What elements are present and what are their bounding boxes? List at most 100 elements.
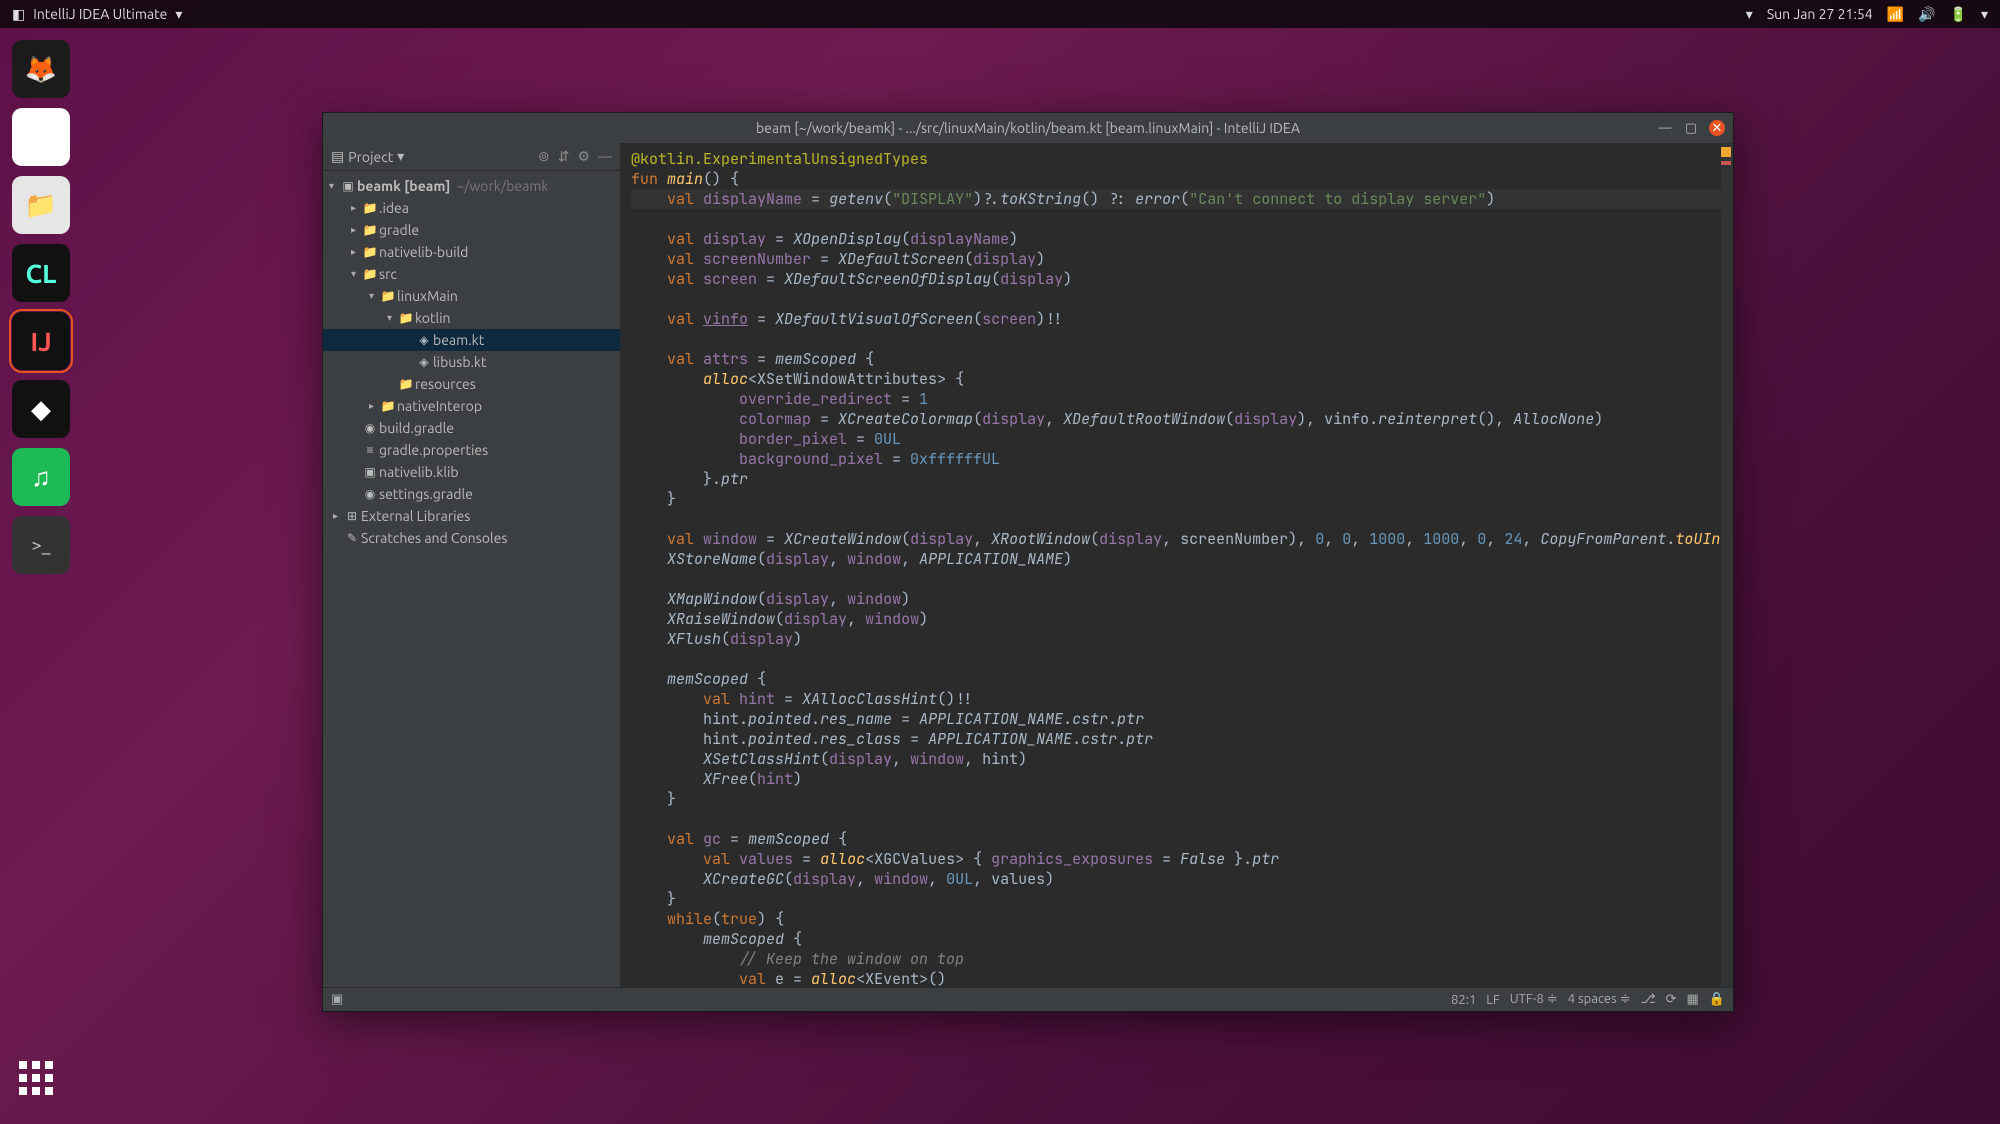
tree-item-gradle-properties[interactable]: ≡gradle.properties	[323, 439, 620, 461]
system-menu-icon[interactable]: ▾	[1981, 6, 1988, 23]
app-menu-name[interactable]: IntelliJ IDEA Ultimate	[33, 6, 167, 22]
window-titlebar[interactable]: beam [~/work/beamk] - .../src/linuxMain/…	[323, 113, 1733, 143]
code-line[interactable]: memScoped {	[631, 929, 1723, 949]
editor-marker-gutter[interactable]	[1721, 143, 1733, 987]
warning-marker-icon[interactable]	[1721, 147, 1731, 157]
code-line[interactable]: colormap = XCreateColormap(display, XDef…	[631, 409, 1723, 429]
tree-root[interactable]: ▾▣beamk [beam]~/work/beamk	[323, 175, 620, 197]
code-line[interactable]: }	[631, 489, 1723, 509]
code-line[interactable]: hint.pointed.res_class = APPLICATION_NAM…	[631, 729, 1723, 749]
cursor-position[interactable]: 82:1	[1451, 993, 1476, 1007]
code-line[interactable]: XMapWindow(display, window)	[631, 589, 1723, 609]
show-applications-button[interactable]	[14, 1056, 58, 1100]
indent-setting[interactable]: 4 spaces ≑	[1568, 992, 1631, 1007]
hide-icon[interactable]: —	[598, 148, 612, 165]
code-line[interactable]: hint.pointed.res_name = APPLICATION_NAME…	[631, 709, 1723, 729]
tree-item-linuxmain[interactable]: ▾📁linuxMain	[323, 285, 620, 307]
tree-item-kotlin[interactable]: ▾📁kotlin	[323, 307, 620, 329]
dock-spotify[interactable]: ♫	[12, 448, 70, 506]
code-line[interactable]: val display = XOpenDisplay(displayName)	[631, 229, 1723, 249]
dock-chrome[interactable]: ◉	[12, 108, 70, 166]
code-line[interactable]: XRaiseWindow(display, window)	[631, 609, 1723, 629]
tree-item-beam-kt[interactable]: ◈beam.kt	[323, 329, 620, 351]
code-line[interactable]	[631, 809, 1723, 829]
code-line[interactable]: memScoped {	[631, 669, 1723, 689]
dock-clion[interactable]: CL	[12, 244, 70, 302]
code-line[interactable]: val gc = memScoped {	[631, 829, 1723, 849]
code-line[interactable]: }	[631, 789, 1723, 809]
file-encoding[interactable]: UTF-8 ≑	[1510, 992, 1558, 1007]
code-line[interactable]: val attrs = memScoped {	[631, 349, 1723, 369]
code-line[interactable]: while(true) {	[631, 909, 1723, 929]
code-line[interactable]	[631, 329, 1723, 349]
code-line[interactable]	[631, 509, 1723, 529]
tree-item-external-libraries[interactable]: ▸⊞External Libraries	[323, 505, 620, 527]
code-line[interactable]: XSetClassHint(display, window, hint)	[631, 749, 1723, 769]
code-line[interactable]	[631, 569, 1723, 589]
code-line[interactable]: XFlush(display)	[631, 629, 1723, 649]
code-line[interactable]: border_pixel = 0UL	[631, 429, 1723, 449]
dock-firefox[interactable]: 🦊	[12, 40, 70, 98]
code-line[interactable]	[631, 289, 1723, 309]
code-line[interactable]: val values = alloc<XGCValues> { graphics…	[631, 849, 1723, 869]
project-tree[interactable]: ▾▣beamk [beam]~/work/beamk▸📁.idea▸📁gradl…	[323, 171, 620, 553]
statusbar-message-icon[interactable]: ▣	[331, 992, 343, 1006]
dropdown-icon[interactable]: ▾	[397, 148, 404, 165]
select-opened-file-icon[interactable]: ⊚	[538, 148, 550, 165]
tree-item-gradle[interactable]: ▸📁gradle	[323, 219, 620, 241]
sync-icon[interactable]: ⟳	[1666, 992, 1677, 1007]
code-line[interactable]: val screen = XDefaultScreenOfDisplay(dis…	[631, 269, 1723, 289]
error-marker-icon[interactable]	[1721, 161, 1731, 165]
tree-item-nativeinterop[interactable]: ▸📁nativeInterop	[323, 395, 620, 417]
code-editor[interactable]: @kotlin.ExperimentalUnsignedTypesfun mai…	[621, 143, 1733, 987]
volume-icon[interactable]: 🔊	[1918, 6, 1935, 23]
tree-item-libusb-kt[interactable]: ◈libusb.kt	[323, 351, 620, 373]
code-line[interactable]: background_pixel = 0xffffffUL	[631, 449, 1723, 469]
code-line[interactable]: val hint = XAllocClassHint()!!	[631, 689, 1723, 709]
tree-item-src[interactable]: ▾📁src	[323, 263, 620, 285]
code-line[interactable]: XFree(hint)	[631, 769, 1723, 789]
tree-item--idea[interactable]: ▸📁.idea	[323, 197, 620, 219]
code-line[interactable]: val displayName = getenv("DISPLAY")?.toK…	[631, 189, 1723, 209]
battery-icon[interactable]: 🔋	[1950, 6, 1967, 23]
dock-jetbrains-toolbox[interactable]: ◆	[12, 380, 70, 438]
code-line[interactable]: @kotlin.ExperimentalUnsignedTypes	[631, 149, 1723, 169]
code-line[interactable]: val e = alloc<XEvent>()	[631, 969, 1723, 987]
code-line[interactable]: }.ptr	[631, 469, 1723, 489]
notification-icon[interactable]: ▾	[1746, 6, 1753, 23]
code-line[interactable]: // Keep the window on top	[631, 949, 1723, 969]
dock-files[interactable]: 📁	[12, 176, 70, 234]
code-line[interactable]: }	[631, 889, 1723, 909]
datetime[interactable]: Sun Jan 27 21:54	[1767, 6, 1873, 22]
close-button[interactable]: ✕	[1709, 120, 1725, 136]
line-separator[interactable]: LF	[1486, 993, 1499, 1007]
code-line[interactable]: val vinfo = XDefaultVisualOfScreen(scree…	[631, 309, 1723, 329]
code-line[interactable]	[631, 209, 1723, 229]
tree-item-build-gradle[interactable]: ◉build.gradle	[323, 417, 620, 439]
code-line[interactable]: val screenNumber = XDefaultScreen(displa…	[631, 249, 1723, 269]
tree-item-settings-gradle[interactable]: ◉settings.gradle	[323, 483, 620, 505]
git-icon[interactable]: ⎇	[1641, 992, 1656, 1007]
settings-icon[interactable]: ⚙	[577, 148, 590, 165]
code-line[interactable]: override_redirect = 1	[631, 389, 1723, 409]
code-line[interactable]	[631, 649, 1723, 669]
maximize-button[interactable]: ▢	[1683, 120, 1699, 136]
dock-intellij[interactable]: IJ	[12, 312, 70, 370]
lock-icon[interactable]: 🔒	[1709, 992, 1725, 1007]
expand-all-icon[interactable]: ⇵	[558, 148, 570, 165]
tree-item-resources[interactable]: 📁resources	[323, 373, 620, 395]
code-line[interactable]: val window = XCreateWindow(display, XRoo…	[631, 529, 1723, 549]
dock-terminal[interactable]: >_	[12, 516, 70, 574]
app-menu-icon[interactable]: ◧	[12, 6, 25, 23]
code-line[interactable]: fun main() {	[631, 169, 1723, 189]
tree-item-nativelib-klib[interactable]: ▣nativelib.klib	[323, 461, 620, 483]
network-icon[interactable]: 📶	[1887, 6, 1904, 23]
code-line[interactable]: alloc<XSetWindowAttributes> {	[631, 369, 1723, 389]
tree-item-scratches-and-consoles[interactable]: ✎Scratches and Consoles	[323, 527, 620, 549]
sidebar-title[interactable]: Project	[348, 149, 393, 165]
memory-icon[interactable]: ▦	[1687, 992, 1699, 1007]
code-line[interactable]: XStoreName(display, window, APPLICATION_…	[631, 549, 1723, 569]
tree-item-nativelib-build[interactable]: ▸📁nativelib-build	[323, 241, 620, 263]
minimize-button[interactable]: —	[1657, 120, 1673, 136]
code-line[interactable]: XCreateGC(display, window, 0UL, values)	[631, 869, 1723, 889]
